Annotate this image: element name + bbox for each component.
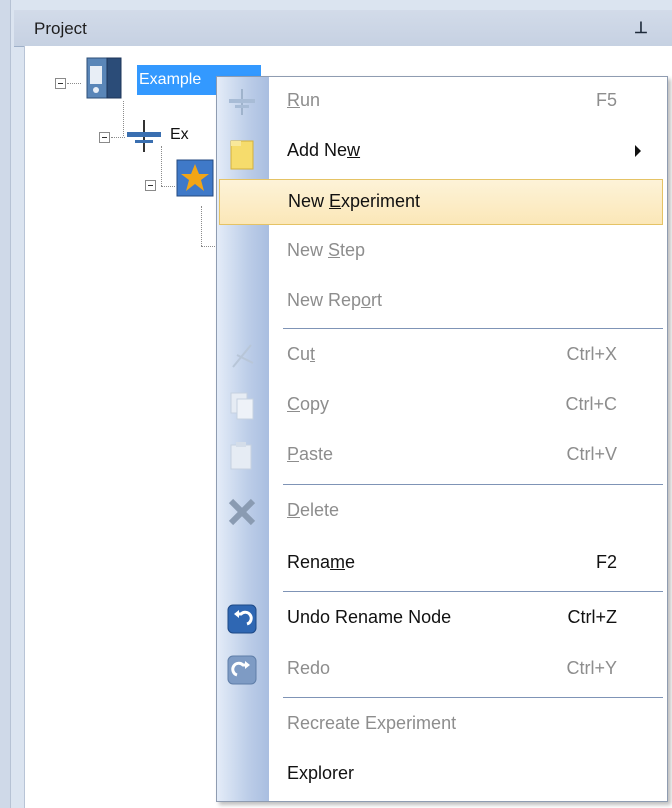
menu-separator <box>283 591 663 592</box>
run-icon <box>227 87 257 117</box>
panel-title: Project <box>34 19 87 38</box>
screen: Project ⊥ Example Ex Run F5 Add New New … <box>0 0 672 808</box>
collapse-toggle[interactable] <box>55 78 66 89</box>
menu-item-undo-rename-node[interactable]: Undo Rename Node Ctrl+Z <box>217 594 667 644</box>
menu-item-explorer[interactable]: Explorer <box>217 750 667 800</box>
menu-item-copy: Copy Ctrl+C <box>217 381 667 431</box>
menu-item-add-new[interactable]: Add New <box>217 127 667 177</box>
shortcut-paste: Ctrl+V <box>566 444 617 464</box>
tree-node-child-label[interactable]: Ex <box>170 126 189 144</box>
menu-item-new-report: New Report <box>287 290 383 310</box>
paste-icon <box>227 441 257 471</box>
delete-icon <box>227 497 257 527</box>
collapse-toggle[interactable] <box>145 180 156 191</box>
menu-item-paste: Paste Ctrl+V <box>217 431 667 481</box>
redo-icon <box>227 655 257 685</box>
menu-item-rename[interactable]: Rename F2 <box>217 539 667 589</box>
cut-icon <box>227 341 257 371</box>
menu-separator <box>283 328 663 329</box>
menu-item-redo: Redo Ctrl+Y <box>217 645 667 695</box>
experiment-icon <box>125 118 163 159</box>
shortcut-rename: F2 <box>595 552 617 572</box>
menu-item-cut: Cut Ctrl+X <box>217 331 667 381</box>
menu-item-delete: Delete <box>217 487 667 537</box>
undo-icon <box>227 604 257 634</box>
shortcut-cut: Ctrl+X <box>566 344 617 364</box>
menu-item-run: Run F5 <box>217 77 667 127</box>
menu-item-new-step: New Step <box>287 240 366 260</box>
shortcut-undo: Ctrl+Z <box>567 607 618 627</box>
copy-icon <box>227 391 257 421</box>
binder-icon <box>85 56 123 105</box>
pin-icon[interactable]: ⊥ <box>634 18 648 38</box>
context-menu: Run F5 Add New New Experiment New Step N… <box>216 76 668 802</box>
window-edge <box>0 0 11 808</box>
step-icon <box>175 158 215 203</box>
menu-separator <box>283 697 663 698</box>
submenu-arrow-icon <box>635 145 641 157</box>
menu-item-new-experiment[interactable]: New Experiment <box>219 179 663 225</box>
shortcut-run: F5 <box>595 90 617 110</box>
menu-separator <box>283 484 663 485</box>
collapse-toggle[interactable] <box>99 132 110 143</box>
folder-icon <box>227 137 257 170</box>
project-panel-header: Project ⊥ <box>14 10 672 47</box>
shortcut-copy: Ctrl+C <box>565 394 617 414</box>
menu-item-recreate-experiment: Recreate Experiment <box>287 713 457 733</box>
shortcut-redo: Ctrl+Y <box>566 658 617 678</box>
